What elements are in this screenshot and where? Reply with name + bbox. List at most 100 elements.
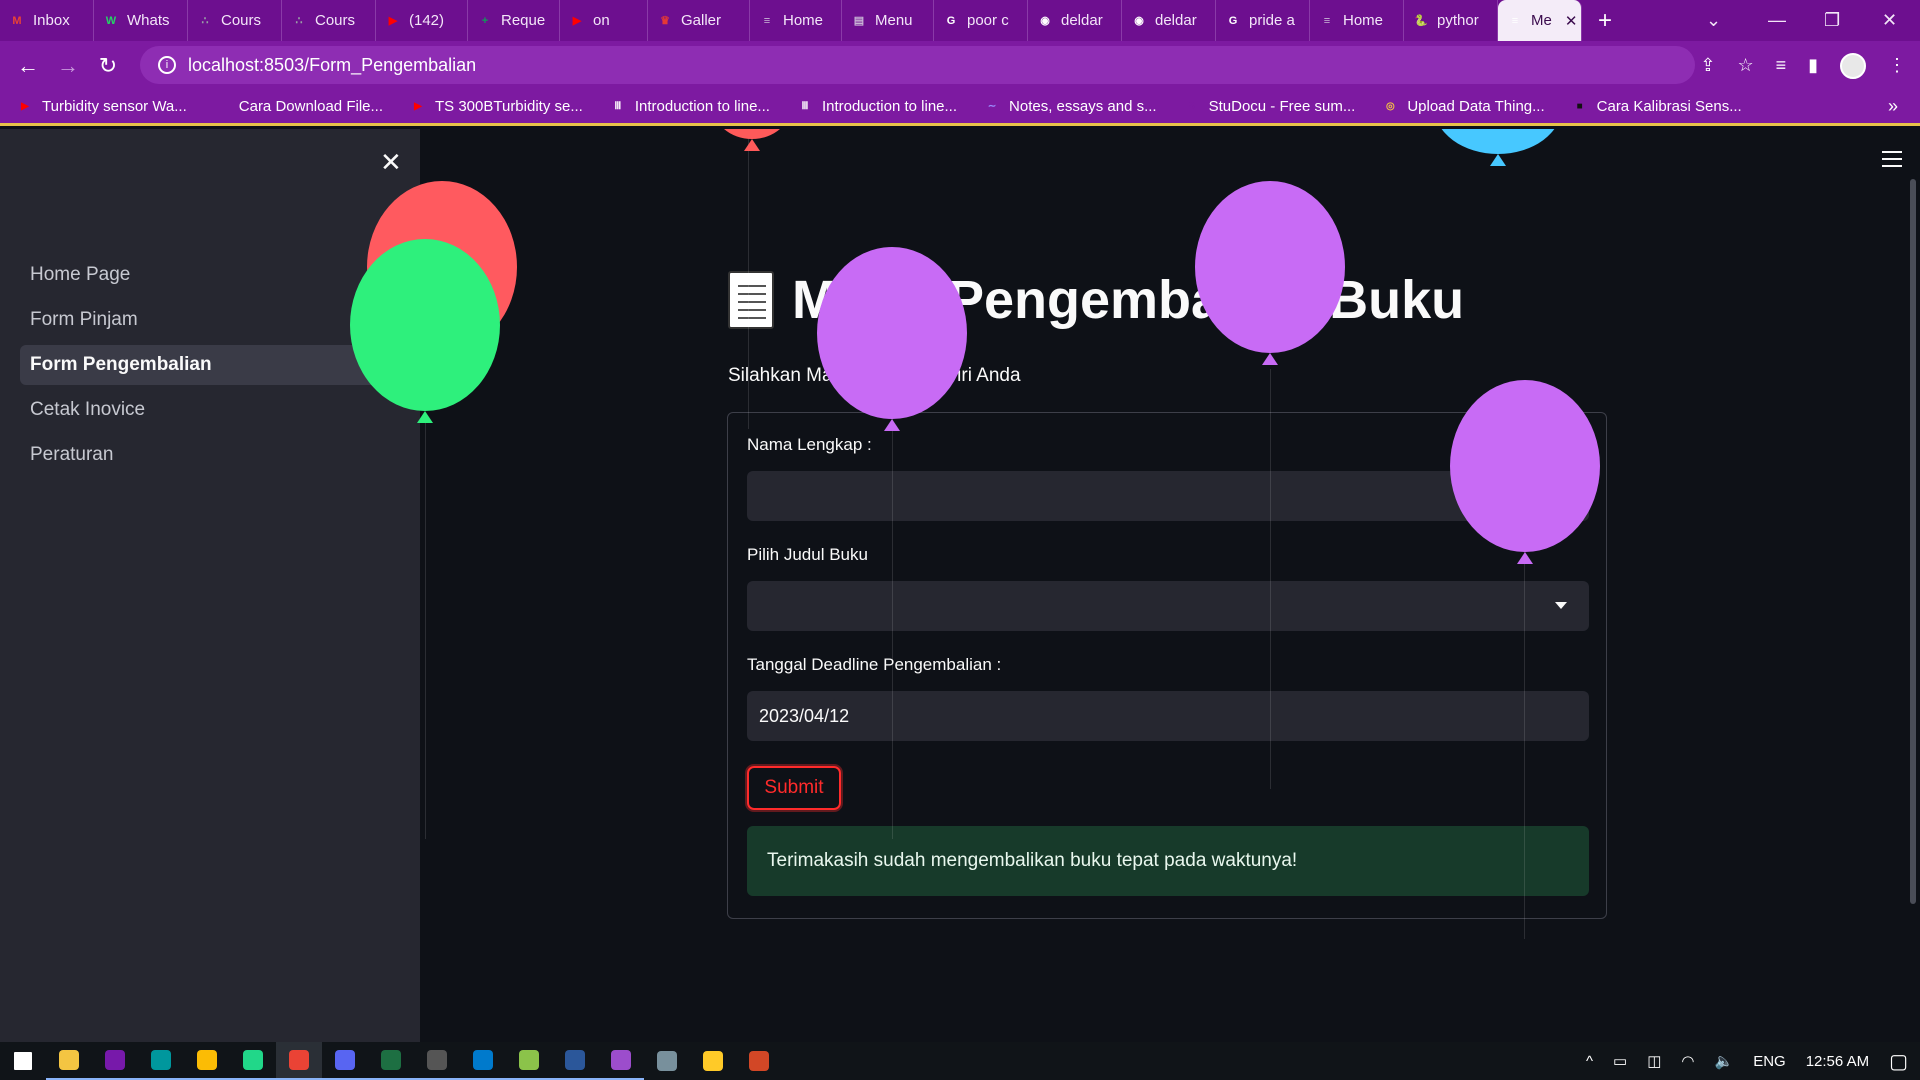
balloon-string [425, 419, 426, 839]
bookmarks-overflow-icon[interactable]: » [1888, 96, 1898, 117]
site-info-icon[interactable]: i [158, 56, 176, 74]
sidebar-item-home-page[interactable]: Home Page [20, 255, 400, 295]
browser-tab[interactable]: ∴ Cours [188, 0, 282, 41]
browser-tab[interactable]: ▤ Menu [842, 0, 934, 41]
bookmark-item[interactable]: ▶ Turbidity sensor Wa... [16, 98, 187, 116]
browser-tab[interactable]: ≡ Me ✕ [1498, 0, 1582, 41]
media-control-icon[interactable]: ≡ [1776, 55, 1787, 76]
paint-icon[interactable] [690, 1042, 736, 1080]
bookmark-label: Turbidity sensor Wa... [42, 98, 187, 115]
side-panel-icon[interactable]: ▮ [1808, 55, 1818, 76]
sidebar: ✕ Home Page Form Pinjam Form Pengembalian C… [0, 129, 420, 1042]
arduino-icon[interactable] [138, 1042, 184, 1080]
browser-tab[interactable]: M Inbox [0, 0, 94, 41]
bookmark-label: Introduction to line... [634, 98, 770, 115]
file-explorer-icon[interactable] [46, 1042, 92, 1080]
google-icon: G [946, 14, 956, 27]
browser-tab[interactable]: ∴ Cours [282, 0, 376, 41]
chevron-up-icon[interactable]: ^ [1586, 1053, 1593, 1070]
clock[interactable]: 12:56 AM [1806, 1053, 1869, 1070]
purple-balloon [1450, 380, 1600, 564]
browser-tab[interactable]: W Whats [94, 0, 188, 41]
bookmark-item[interactable]: ▶ TS 300BTurbidity se... [409, 98, 583, 116]
bookmark-star-icon[interactable]: ☆ [1737, 55, 1753, 76]
bookmark-item[interactable]: Ⅲ Introduction to line... [796, 98, 957, 116]
bookmark-item[interactable]: S StuDocu - Free sum... [1183, 98, 1355, 116]
browser-tab[interactable]: Gpoor c [934, 0, 1028, 41]
tab-label: Galler [681, 12, 722, 29]
browser-tab[interactable]: ▶ on [560, 0, 648, 41]
battery-icon[interactable]: ▭ [1613, 1052, 1627, 1070]
volume-icon[interactable]: 🔈 [1715, 1052, 1734, 1070]
institution-icon: Ⅲ [801, 101, 809, 112]
new-tab-icon[interactable]: + [1598, 7, 1612, 35]
close-sidebar-icon[interactable]: ✕ [380, 147, 402, 178]
excel-icon[interactable] [368, 1042, 414, 1080]
book-select[interactable] [747, 581, 1589, 631]
sidebar-item-form-pengembalian[interactable]: Form Pengembalian [20, 345, 400, 385]
onenote-icon[interactable] [92, 1042, 138, 1080]
chrome-icon[interactable] [184, 1042, 230, 1080]
share-icon[interactable]: ⇪ [1700, 55, 1715, 76]
browser-tab[interactable]: ♛ Galler [648, 0, 750, 41]
date-input[interactable]: 2023/04/12 [747, 691, 1589, 741]
browser-tab[interactable]: Gpride a [1216, 0, 1310, 41]
windows-start-icon[interactable] [0, 1042, 46, 1080]
blank-icon [213, 98, 231, 116]
sidebar-item-form-pinjam[interactable]: Form Pinjam [20, 300, 400, 340]
browser-tab-strip: M Inbox W Whats ∴ Cours ∴ Cours ▶ (142) + Reque ▶ on ♛… [0, 0, 1920, 41]
github-desktop-icon[interactable] [598, 1042, 644, 1080]
chevron-down-icon[interactable] [1555, 602, 1567, 609]
tab-search-icon[interactable]: ⌄ [1706, 0, 1721, 41]
vscode-icon[interactable] [460, 1042, 506, 1080]
profile-avatar[interactable] [1840, 52, 1866, 79]
submit-button[interactable]: Submit [747, 766, 841, 810]
browser-tab[interactable]: ▶ (142) [376, 0, 468, 41]
back-icon[interactable]: ← [8, 53, 48, 79]
close-window-icon[interactable]: ✕ [1882, 0, 1897, 41]
forward-icon[interactable]: → [48, 53, 88, 79]
url-field[interactable]: i localhost:8503/Form_Pengembalian [140, 46, 1695, 84]
doc-icon: ≡ [1511, 14, 1519, 27]
browser-tab[interactable]: ≡ Home [1310, 0, 1404, 41]
word-icon[interactable] [552, 1042, 598, 1080]
notepad-icon[interactable] [506, 1042, 552, 1080]
browser-tab[interactable]: ◉ deldar [1122, 0, 1216, 41]
reload-icon[interactable]: ↻ [88, 53, 128, 79]
blue-balloon [1434, 129, 1562, 166]
scrollbar[interactable] [1910, 179, 1916, 904]
bookmark-item[interactable]: ◎ Upload Data Thing... [1381, 98, 1545, 116]
tab-label: Home [1343, 12, 1384, 29]
browser-tab[interactable]: ≡ Home [750, 0, 842, 41]
language-indicator[interactable]: ENG [1753, 1053, 1786, 1070]
bookmark-item[interactable]: ∼ Notes, essays and s... [983, 98, 1157, 116]
main-menu-icon[interactable] [1882, 151, 1902, 172]
bookmark-item[interactable]: ■ Cara Kalibrasi Sens... [1571, 98, 1742, 116]
meet-now-icon[interactable]: ◫ [1647, 1052, 1661, 1070]
browser-tab[interactable]: 🐍 pythor [1404, 0, 1498, 41]
youtube-icon: ▶ [21, 101, 29, 112]
browser-tab[interactable]: + Reque [468, 0, 560, 41]
chrome-active-icon[interactable] [276, 1042, 322, 1080]
powerpoint-icon[interactable] [736, 1042, 782, 1080]
notification-icon[interactable]: ▢ [1889, 1049, 1908, 1074]
chrome-menu-icon[interactable]: ⋮ [1888, 55, 1906, 76]
wifi-icon[interactable]: ◠ [1681, 1052, 1694, 1070]
sidebar-item-peraturan[interactable]: Peraturan [20, 435, 400, 475]
minimize-icon[interactable]: — [1768, 0, 1786, 41]
webstorm-icon[interactable] [230, 1042, 276, 1080]
browser-tab[interactable]: ◉ deldar [1028, 0, 1122, 41]
bookmark-label: Notes, essays and s... [1009, 98, 1157, 115]
terminal-icon[interactable] [414, 1042, 460, 1080]
bookmark-item[interactable]: Ⅲ Introduction to line... [609, 98, 770, 116]
bookmark-item[interactable]: Cara Download File... [213, 98, 383, 116]
app-icon[interactable] [644, 1042, 690, 1080]
tab-label: pride a [1249, 12, 1295, 29]
restore-icon[interactable]: ❐ [1824, 0, 1840, 41]
browser-toolbar-right: ⇪ ☆ ≡ ▮ ⋮ [1700, 41, 1906, 90]
google-icon: G [1228, 14, 1238, 27]
sidebar-item-cetak-inovice[interactable]: Cetak Inovice [20, 390, 400, 430]
close-tab-icon[interactable]: ✕ [1565, 12, 1578, 30]
tab-label: Me [1531, 12, 1552, 29]
discord-icon[interactable] [322, 1042, 368, 1080]
